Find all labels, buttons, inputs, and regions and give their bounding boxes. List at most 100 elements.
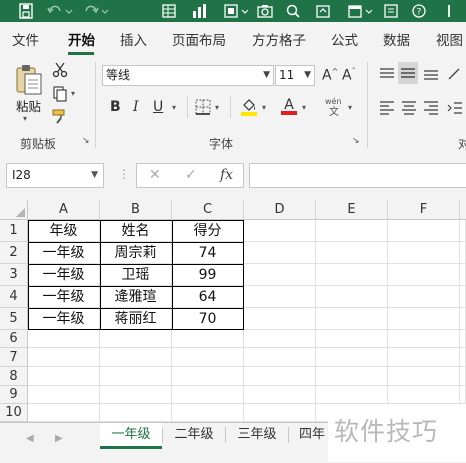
save-icon[interactable] [17,2,35,20]
row-header-1[interactable]: 1 [0,220,28,242]
paste-label[interactable]: 粘贴 [16,96,41,115]
cell-c6[interactable] [172,330,244,348]
menu-data[interactable]: 数据 [383,29,410,49]
font-launcher-icon[interactable]: ↘ [352,136,360,146]
cell-c3[interactable]: 99 [172,264,244,286]
cell-e8[interactable] [316,367,388,386]
cell-d10[interactable] [244,404,316,422]
undo-icon[interactable] [46,2,64,20]
column-header-f[interactable]: F [388,200,460,220]
confirm-icon[interactable]: ✓ [185,167,197,183]
cell-f1[interactable] [388,220,460,242]
row-header-8[interactable]: 8 [0,367,28,386]
cell-e9[interactable] [316,386,388,404]
align-middle-icon[interactable] [398,62,418,84]
formula-input[interactable] [249,163,466,188]
select-all-button[interactable] [0,200,28,220]
fx-icon[interactable]: fx [220,167,233,183]
undo-menu-icon[interactable] [64,2,74,20]
borders-icon[interactable] [195,99,211,118]
underline-button[interactable]: U [153,100,163,114]
paste-icon[interactable] [14,62,44,99]
cell-g8[interactable] [460,367,466,386]
cell-c8[interactable] [172,367,244,386]
cell-f6[interactable] [388,330,460,348]
cell-a10[interactable] [28,404,100,422]
cell-a9[interactable] [28,386,100,404]
cell-g7[interactable] [460,348,466,367]
italic-button[interactable]: I [133,100,139,114]
phonetic-top[interactable]: wén [325,98,342,106]
cell-d1[interactable] [244,220,316,242]
cell-b2[interactable]: 周宗莉 [100,242,172,264]
cell-e7[interactable] [316,348,388,367]
menu-home[interactable]: 开始 [68,29,95,49]
name-box[interactable]: I28 ▼ [6,163,104,188]
cell-a3[interactable]: 一年级 [28,264,100,286]
font-color-icon[interactable]: A [280,96,298,119]
prev-sheet-icon[interactable]: ◀ [26,433,34,444]
cell-f4[interactable] [388,286,460,308]
cell-g3[interactable] [460,264,466,286]
share-icon[interactable] [314,2,332,20]
resize-dots-icon[interactable]: ⋮ [118,167,130,181]
cell-g2[interactable] [460,242,466,264]
cell-c9[interactable] [172,386,244,404]
row-header-7[interactable]: 7 [0,348,28,367]
table-icon[interactable] [160,2,178,20]
font-name-combo[interactable]: 等线 ▼ [102,65,274,86]
cell-b4[interactable]: 逄雅瑄 [100,286,172,308]
row-header-3[interactable]: 3 [0,264,28,286]
cell-d4[interactable] [244,286,316,308]
row-header-2[interactable]: 2 [0,242,28,264]
cell-c5[interactable]: 70 [172,308,244,330]
shrink-font-icon[interactable]: Aˇ [342,68,356,83]
cell-d3[interactable] [244,264,316,286]
cell-c1[interactable]: 得分 [172,220,244,242]
cell-f2[interactable] [388,242,460,264]
cut-icon[interactable] [52,62,68,81]
bold-button[interactable]: B [110,100,121,114]
calendar-icon[interactable] [346,2,364,20]
cell-g5[interactable] [460,308,466,330]
cell-c4[interactable]: 64 [172,286,244,308]
cell-d2[interactable] [244,242,316,264]
sheet-tab-4[interactable]: 四年 [289,423,329,449]
format-icon[interactable] [222,2,240,20]
fill-color-icon[interactable] [240,97,258,120]
align-left-icon[interactable] [378,100,396,119]
cell-b10[interactable] [100,404,172,422]
cell-f3[interactable] [388,264,460,286]
cell-b9[interactable] [100,386,172,404]
column-header-b[interactable]: B [100,200,172,220]
align-center-icon[interactable] [400,100,418,119]
phonetic-menu-icon[interactable]: ▾ [348,103,352,112]
row-header-9[interactable]: 9 [0,386,28,404]
cell-d5[interactable] [244,308,316,330]
cell-c10[interactable] [172,404,244,422]
copy-menu-icon[interactable]: ▾ [71,89,75,98]
menu-page-layout[interactable]: 页面布局 [172,29,226,49]
clipboard-launcher-icon[interactable]: ↘ [82,136,90,146]
cell-b3[interactable]: 卫瑶 [100,264,172,286]
grow-font-icon[interactable]: A^ [322,68,338,83]
menu-file[interactable]: 文件 [12,29,39,49]
cell-e4[interactable] [316,286,388,308]
cell-e3[interactable] [316,264,388,286]
column-header-e[interactable]: E [316,200,388,220]
cell-c7[interactable] [172,348,244,367]
cell-f5[interactable] [388,308,460,330]
cell-d9[interactable] [244,386,316,404]
cell-a8[interactable] [28,367,100,386]
paste-menu-icon[interactable]: ▾ [23,114,27,123]
cell-g1[interactable] [460,220,466,242]
cell-b8[interactable] [100,367,172,386]
orientation-icon[interactable] [446,66,464,85]
font-color-menu-icon[interactable]: ▾ [302,103,306,112]
cell-f8[interactable] [388,367,460,386]
camera-icon[interactable] [256,2,274,20]
underline-menu-icon[interactable]: ▾ [172,103,176,112]
column-header-a[interactable]: A [28,200,100,220]
search-icon[interactable] [284,2,302,20]
cell-e2[interactable] [316,242,388,264]
